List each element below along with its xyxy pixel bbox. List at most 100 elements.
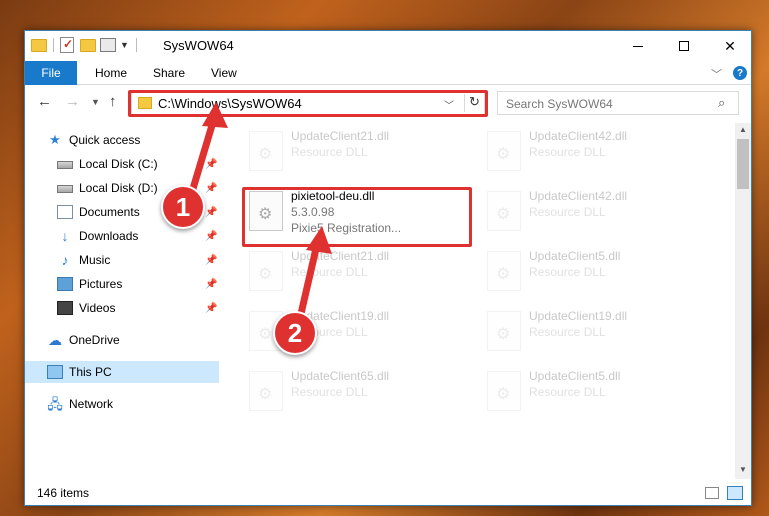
navigation-bar: ← → ▼ ↑ C:\Windows\SysWOW64 ﹀ ↻ Search S… (25, 87, 751, 119)
file-description: Resource DLL (291, 265, 368, 279)
pin-icon: 📌 (205, 254, 218, 266)
file-description: Resource DLL (291, 145, 368, 159)
file-list: UpdateClient21.dll Resource DLL UpdateCl… (223, 123, 735, 479)
quick-access-toolbar: ▼ (31, 37, 139, 53)
file-description: Resource DLL (291, 385, 368, 399)
tab-share[interactable]: Share (153, 61, 185, 85)
file-name: UpdateClient42.dll (529, 129, 628, 143)
address-bar-annotation-box (128, 90, 488, 117)
large-icons-view-icon[interactable] (727, 486, 743, 500)
sidebar-item-label: Pictures (79, 277, 123, 291)
search-icon: ⌕ (718, 95, 726, 110)
dll-file-icon (249, 371, 283, 411)
file-item[interactable]: UpdateClient5.dll Resource DLL (483, 367, 713, 413)
forward-arrow-icon[interactable]: → (65, 93, 80, 110)
pin-icon: 📌 (205, 182, 218, 194)
sidebar-item-music[interactable]: ♪ Music 📌 (25, 249, 219, 271)
dll-file-icon (249, 131, 283, 171)
disk-icon (57, 185, 73, 193)
file-description: Resource DLL (529, 265, 606, 279)
file-item[interactable]: UpdateClient19.dll Resource DLL (483, 307, 713, 353)
file-item[interactable]: UpdateClient21.dll Resource DLL (245, 127, 475, 173)
sidebar-item-onedrive[interactable]: ☁ OneDrive (25, 329, 219, 351)
close-button[interactable]: ✕ (707, 31, 751, 61)
pin-icon: 📌 (205, 230, 218, 242)
tab-file[interactable]: File (25, 61, 77, 85)
help-icon[interactable]: ? (733, 66, 747, 80)
dll-file-icon (487, 191, 521, 231)
details-view-icon[interactable] (705, 487, 719, 499)
sidebar-item-label: Network (69, 397, 114, 411)
dll-file-icon (249, 251, 283, 291)
file-name: UpdateClient65.dll (291, 369, 390, 383)
sidebar-item-pictures[interactable]: Pictures 📌 (25, 273, 219, 295)
sidebar-item-local-disk-c[interactable]: Local Disk (C:) 📌 (25, 153, 219, 175)
customize-toolbar-chevron-icon[interactable]: ▼ (120, 37, 130, 53)
sidebar-item-label: Videos (79, 301, 116, 315)
scroll-up-icon[interactable]: ▲ (739, 125, 747, 134)
sidebar-item-quick-access[interactable]: ★ Quick access (25, 129, 219, 151)
ribbon-tabs: File Home Share View ﹀ ? (25, 61, 751, 85)
expand-ribbon-chevron-icon[interactable]: ﹀ (711, 66, 722, 82)
disk-icon (57, 161, 73, 169)
back-arrow-icon[interactable]: ← (37, 93, 52, 110)
vertical-scrollbar[interactable]: ▲ ▼ (735, 123, 751, 479)
properties-check-icon[interactable] (60, 37, 76, 53)
file-description: Resource DLL (529, 385, 606, 399)
customize-view-icon[interactable] (100, 37, 116, 53)
file-item[interactable]: UpdateClient42.dll Resource DLL (483, 187, 713, 233)
file-item[interactable]: UpdateClient21.dll Resource DLL (245, 247, 475, 293)
toolbar-separator (53, 38, 54, 52)
pin-icon: 📌 (205, 158, 218, 170)
file-name: UpdateClient5.dll (529, 369, 621, 383)
step-2-badge: 2 (273, 311, 317, 355)
dll-file-icon (487, 131, 521, 171)
file-description: Resource DLL (529, 145, 606, 159)
file-item[interactable]: UpdateClient5.dll Resource DLL (483, 247, 713, 293)
tab-home[interactable]: Home (95, 61, 127, 85)
sidebar-item-videos[interactable]: Videos 📌 (25, 297, 219, 319)
star-icon: ★ (49, 132, 61, 147)
file-name: UpdateClient21.dll (291, 249, 390, 263)
sidebar-item-label: Local Disk (C:) (79, 157, 158, 171)
sidebar-item-label: Documents (79, 205, 140, 219)
sidebar-item-downloads[interactable]: ↓ Downloads 📌 (25, 225, 219, 247)
network-icon: 🖧 (47, 396, 63, 412)
scroll-down-icon[interactable]: ▼ (739, 465, 747, 474)
file-name: UpdateClient5.dll (529, 249, 621, 263)
file-item[interactable]: UpdateClient65.dll Resource DLL (245, 367, 475, 413)
status-bar: 146 items (25, 481, 751, 505)
dll-file-icon (487, 311, 521, 351)
minimize-button[interactable] (615, 31, 661, 61)
sidebar-item-label: This PC (69, 365, 112, 379)
tab-view[interactable]: View (211, 61, 237, 85)
scrollbar-thumb[interactable] (737, 139, 749, 189)
file-description: Resource DLL (529, 205, 606, 219)
pictures-icon (57, 277, 73, 291)
new-folder-icon[interactable] (80, 37, 96, 53)
sidebar-item-network[interactable]: 🖧 Network (25, 393, 219, 415)
downloads-icon: ↓ (61, 228, 69, 244)
file-annotation-box (242, 187, 472, 247)
window-title: SysWOW64 (163, 38, 234, 53)
maximize-icon (679, 41, 689, 51)
file-name: UpdateClient21.dll (291, 129, 390, 143)
recent-locations-chevron-icon[interactable]: ▼ (91, 97, 100, 107)
pin-icon: 📌 (205, 302, 218, 314)
music-icon: ♪ (61, 252, 69, 268)
step-1-badge: 1 (161, 185, 205, 229)
sidebar-item-this-pc[interactable]: This PC (25, 361, 219, 383)
sidebar-item-label: Music (79, 253, 111, 267)
file-item[interactable]: UpdateClient42.dll Resource DLL (483, 127, 713, 173)
sidebar-item-label: Quick access (69, 133, 141, 147)
pc-icon (47, 365, 63, 379)
navigation-pane: ★ Quick access Local Disk (C:) 📌 Local D… (25, 123, 219, 479)
dll-file-icon (487, 251, 521, 291)
maximize-button[interactable] (661, 31, 707, 61)
search-input[interactable]: Search SysWOW64 ⌕ (497, 91, 739, 115)
pin-icon: 📌 (205, 278, 218, 290)
up-arrow-icon[interactable]: ↑ (109, 93, 117, 110)
folder-icon[interactable] (31, 37, 47, 53)
file-name: UpdateClient19.dll (529, 309, 628, 323)
explorer-window: ▼ SysWOW64 ✕ File Home Share View ﹀ ? ← … (24, 30, 752, 506)
